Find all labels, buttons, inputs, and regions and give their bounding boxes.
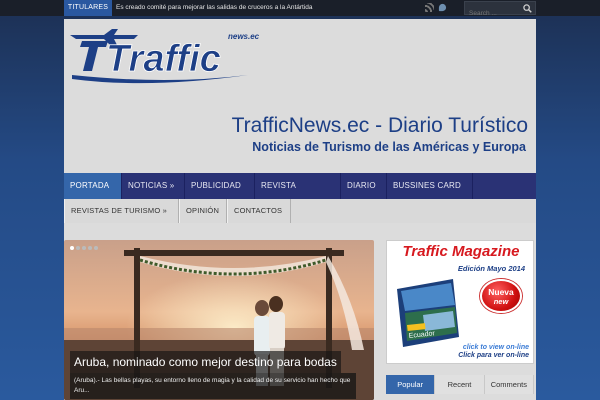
slider-dots [70,246,98,250]
slider-dot[interactable] [76,246,80,250]
nav-item-revista-impresa[interactable]: REVISTA IMPRESA [255,173,341,216]
secondary-nav: REVISTAS DE TURISMO » OPINIÓN CONTACTOS [64,199,536,223]
slider-dot[interactable] [88,246,92,250]
nav-item-contactos[interactable]: CONTACTOS [227,199,291,223]
nav-item-portada[interactable]: PORTADA » [64,173,122,216]
search-icon[interactable] [523,4,532,13]
slider-excerpt: (Aruba).- Las bellas playas, su entorno … [70,373,356,399]
slider-dot[interactable] [82,246,86,250]
view-online-en: click to view on-line [462,344,529,351]
new-badge: Nueva new [480,279,522,313]
magazine-title: Traffic Magazine [402,243,520,260]
main-nav: PORTADA » NOTICIAS » PUBLICIDAD » REVIST… [64,173,536,216]
tab-popular[interactable]: Popular [386,375,436,394]
logo-domain: news.ec [228,32,260,41]
search-input[interactable] [465,7,519,20]
magazine-cover-image[interactable]: Ecuador [393,275,463,351]
top-bar: TITULARES Es creado comité para mejorar … [0,0,600,20]
headlines-label: TITULARES [64,0,112,16]
nav-item-publicidad[interactable]: PUBLICIDAD » [185,173,255,216]
nav-item-diario[interactable]: DIARIO [341,173,387,199]
tab-recent[interactable]: Recent [435,375,485,394]
slider-dot[interactable] [70,246,74,250]
tab-comments[interactable]: Comments [485,375,534,394]
site-logo[interactable]: Traffic news.ec [68,27,278,87]
nav-item-noticias[interactable]: NOTICIAS » [122,173,185,199]
nav-item-revistas-de-turismo[interactable]: REVISTAS DE TURISMO » [64,199,179,223]
twitter-icon[interactable] [438,3,447,12]
rss-icon[interactable] [425,3,434,12]
nav-item-opinion[interactable]: OPINIÓN [179,199,227,223]
view-online-es: Click para ver on-line [458,352,529,359]
badge-label: Nueva [488,287,514,297]
search-box [464,1,536,20]
site-header: Traffic news.ec TrafficNews.ec - Diario … [64,19,536,173]
social-links [425,3,447,13]
page-container: Traffic news.ec TrafficNews.ec - Diario … [64,19,536,400]
site-title: TrafficNews.ec - Diario Turístico [231,114,528,137]
logo-text: Traffic [106,38,221,80]
magazine-edition: Edición Mayo 2014 [457,264,525,273]
site-subtitle: Noticias de Turismo de las Américas y Eu… [252,140,526,154]
nav-item-bussines-card[interactable]: BUSSINES CARD » [387,173,473,216]
badge-sublabel: new [493,297,509,306]
featured-slider[interactable]: Aruba, nominado como mejor destino para … [64,240,374,400]
slider-dot[interactable] [94,246,98,250]
magazine-view-link[interactable]: click to view on-line Click para ver on-… [387,344,533,360]
sidebar-tabs: Popular Recent Comments [386,375,534,394]
headline-ticker-link[interactable]: Es creado comité para mejorar las salida… [116,0,313,16]
magazine-banner[interactable]: Traffic Magazine Edición Mayo 2014 Ecuad… [386,240,534,364]
slider-title-link[interactable]: Aruba, nominado como mejor destino para … [70,351,341,373]
